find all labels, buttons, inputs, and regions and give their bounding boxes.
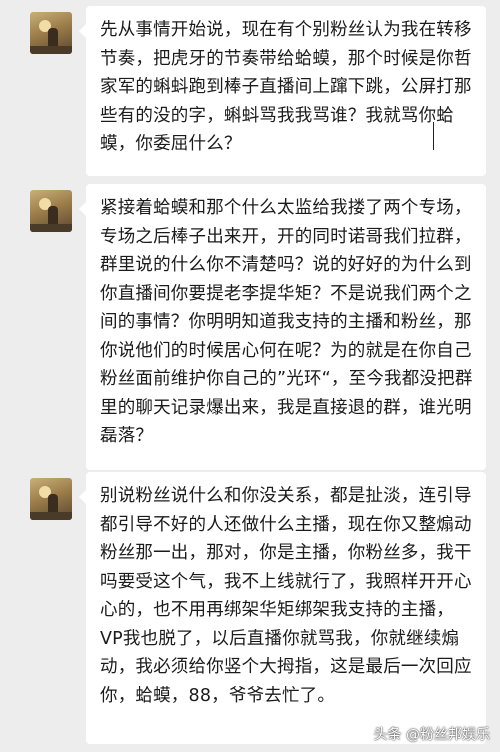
message-bubble: 别说粉丝说什么和你没关系，都是扯淡，连引导都引导不好的人还做什么主播，现在你又整… [79,472,486,744]
avatar[interactable] [30,190,72,232]
avatar[interactable] [30,12,72,54]
text-cursor-icon [433,122,434,150]
message-bubble: 紧接着蛤蟆和那个什么太监给我搂了两个专场，专场之后棒子出来开，开的同时诺哥我们拉… [79,184,486,470]
message-bubble: 先从事情开始说，现在有个别粉丝认为我在转移节奏，把虎牙的节奏带给蛤蟆，那个时候是… [79,6,486,176]
avatar[interactable] [30,478,72,520]
watermark: 头条 @粉丝邦娱乐 [373,727,490,743]
